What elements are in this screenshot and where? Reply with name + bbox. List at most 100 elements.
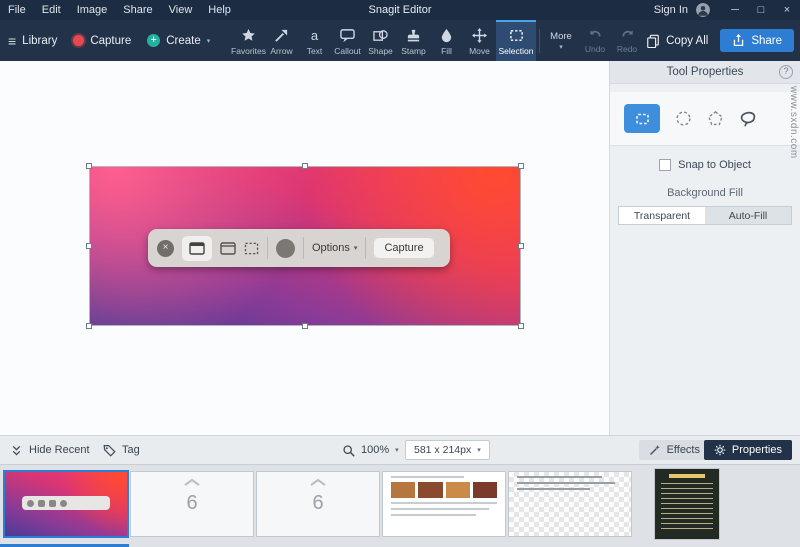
tool-text[interactable]: a Text: [298, 20, 331, 61]
chevron-down-icon: ▾: [395, 447, 399, 454]
panel-title: Tool Properties: [666, 66, 744, 78]
polygon-selection-button[interactable]: [707, 110, 724, 127]
tool-move[interactable]: Move: [463, 20, 496, 61]
ellipse-selection-button[interactable]: [675, 110, 692, 127]
more-button[interactable]: More ▾: [543, 20, 579, 61]
chevron-down-icon: ▾: [353, 245, 358, 252]
status-bar: Hide Recent Tag 100% ▾ 581 x 214px ▾ Eff…: [0, 435, 800, 464]
text-line-graphic: [391, 476, 465, 478]
wand-icon: [649, 444, 661, 456]
library-label: Library: [22, 34, 58, 47]
chevron-up-icon: [131, 478, 253, 486]
close-icon: ×: [157, 239, 174, 257]
arrow-icon: [274, 28, 289, 43]
close-button[interactable]: ×: [774, 0, 800, 20]
selected-image[interactable]: × Options ▾ Capture: [86, 163, 524, 329]
thumbnail-stack-2[interactable]: 6: [257, 472, 379, 536]
capture-screen-icon: [182, 235, 212, 261]
undo-icon: [588, 27, 603, 42]
capture-window-icon: [220, 241, 236, 255]
text-line-graphic: [517, 488, 591, 490]
create-plus-icon: +: [147, 34, 161, 47]
chevron-down-icon: ▾: [206, 37, 211, 45]
menu-share[interactable]: Share: [115, 0, 160, 20]
shape-icon: [373, 28, 388, 43]
tool-fill[interactable]: Fill: [430, 20, 463, 61]
thumbnail-transparent-doc[interactable]: [509, 472, 631, 536]
transparent-option[interactable]: Transparent: [619, 207, 705, 224]
zoom-control[interactable]: 100% ▾: [342, 436, 399, 464]
capture-button[interactable]: Capture: [73, 35, 131, 47]
menu-view[interactable]: View: [161, 0, 201, 20]
create-button[interactable]: + Create ▾: [147, 34, 210, 47]
menu-edit[interactable]: Edit: [34, 0, 69, 20]
sign-in-link[interactable]: Sign In: [654, 4, 688, 16]
resize-handle[interactable]: [86, 243, 92, 249]
menu-title-graphic: [669, 474, 705, 478]
tool-arrow[interactable]: Arrow: [265, 20, 298, 61]
library-button[interactable]: ≡ Library: [8, 33, 57, 49]
thumbnail-capture-selected[interactable]: [5, 472, 127, 536]
editor-canvas[interactable]: × Options ▾ Capture: [0, 61, 609, 435]
chevron-down-icon: ▾: [477, 447, 481, 454]
resize-handle[interactable]: [518, 323, 524, 329]
tool-callout[interactable]: Callout: [331, 20, 364, 61]
tool-shape[interactable]: Shape: [364, 20, 397, 61]
copy-icon: [646, 34, 660, 48]
options-label: Options ▾: [312, 242, 358, 254]
maximize-button[interactable]: □: [748, 0, 774, 20]
help-icon[interactable]: ?: [779, 65, 793, 79]
record-icon: [276, 238, 295, 258]
snap-to-object-row: Snap to Object: [610, 159, 800, 171]
background-fill-toggle: Transparent Auto-Fill: [618, 206, 792, 225]
tool-strip: Favorites Arrow a Text Callout Shape Sta…: [231, 20, 643, 61]
redo-button[interactable]: Redo: [611, 20, 643, 61]
menu-help[interactable]: Help: [200, 0, 239, 20]
toolbar-divider: [365, 237, 367, 259]
text-line-graphic: [391, 502, 497, 504]
hide-tray-icon: [10, 444, 23, 457]
magnifier-icon: [342, 444, 355, 457]
tool-stamp[interactable]: Stamp: [397, 20, 430, 61]
minimize-button[interactable]: ─: [722, 0, 748, 20]
text-line-graphic: [391, 514, 477, 516]
share-icon: [732, 34, 745, 47]
star-icon: [241, 28, 256, 43]
lasso-selection-button[interactable]: [739, 110, 758, 127]
watermark: www.sxdn.com: [788, 86, 799, 159]
thumbnail-webpage[interactable]: [383, 472, 505, 536]
share-button[interactable]: Share: [720, 29, 794, 52]
hide-recent-button[interactable]: Hide Recent: [10, 436, 90, 464]
capture-region-icon: [244, 242, 259, 255]
resize-handle[interactable]: [86, 323, 92, 329]
auto-fill-option[interactable]: Auto-Fill: [705, 207, 791, 224]
copy-all-button[interactable]: Copy All: [646, 34, 708, 48]
gear-icon: [714, 444, 726, 456]
snap-to-object-checkbox[interactable]: [659, 159, 672, 171]
effects-button[interactable]: Effects: [638, 436, 710, 464]
image-row-graphic: [391, 482, 497, 498]
resize-handle[interactable]: [518, 163, 524, 169]
menu-file[interactable]: File: [0, 0, 34, 20]
menu-image[interactable]: Image: [69, 0, 116, 20]
resize-handle[interactable]: [302, 323, 308, 329]
menu-bar: File Edit Image Share View Help: [0, 0, 239, 20]
thumbnail-dark-menu[interactable]: [655, 469, 719, 539]
resize-handle[interactable]: [86, 163, 92, 169]
canvas-size-dropdown[interactable]: 581 x 214px ▾: [405, 436, 490, 464]
resize-handle[interactable]: [302, 163, 308, 169]
title-bar: File Edit Image Share View Help Snagit E…: [0, 0, 800, 20]
user-avatar-icon[interactable]: [696, 3, 710, 17]
tag-button[interactable]: Tag: [103, 436, 140, 464]
undo-button[interactable]: Undo: [579, 20, 611, 61]
rect-selection-button[interactable]: [624, 104, 660, 133]
callout-icon: [340, 28, 355, 43]
thumbnail-stack-1[interactable]: 6: [131, 472, 253, 536]
tool-selection[interactable]: Selection: [496, 20, 536, 61]
tool-favorites[interactable]: Favorites: [231, 20, 266, 61]
resize-handle[interactable]: [518, 243, 524, 249]
properties-button[interactable]: Properties: [703, 436, 792, 464]
thumbnail-toolbar-graphic: [22, 496, 110, 510]
text-line-graphic: [517, 476, 603, 478]
chevron-down-icon: ▾: [559, 43, 563, 51]
